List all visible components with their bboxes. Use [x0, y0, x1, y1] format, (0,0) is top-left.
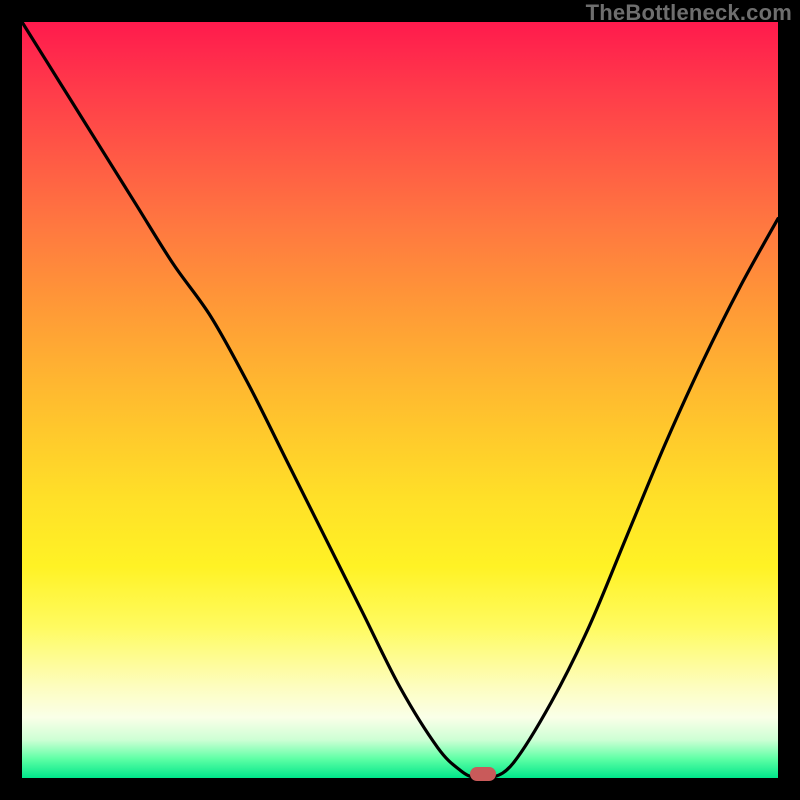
watermark-text: TheBottleneck.com: [586, 0, 792, 26]
chart-area: [22, 22, 778, 778]
bottleneck-curve: [22, 22, 778, 778]
optimum-marker: [470, 767, 496, 781]
curve-path: [22, 22, 778, 779]
